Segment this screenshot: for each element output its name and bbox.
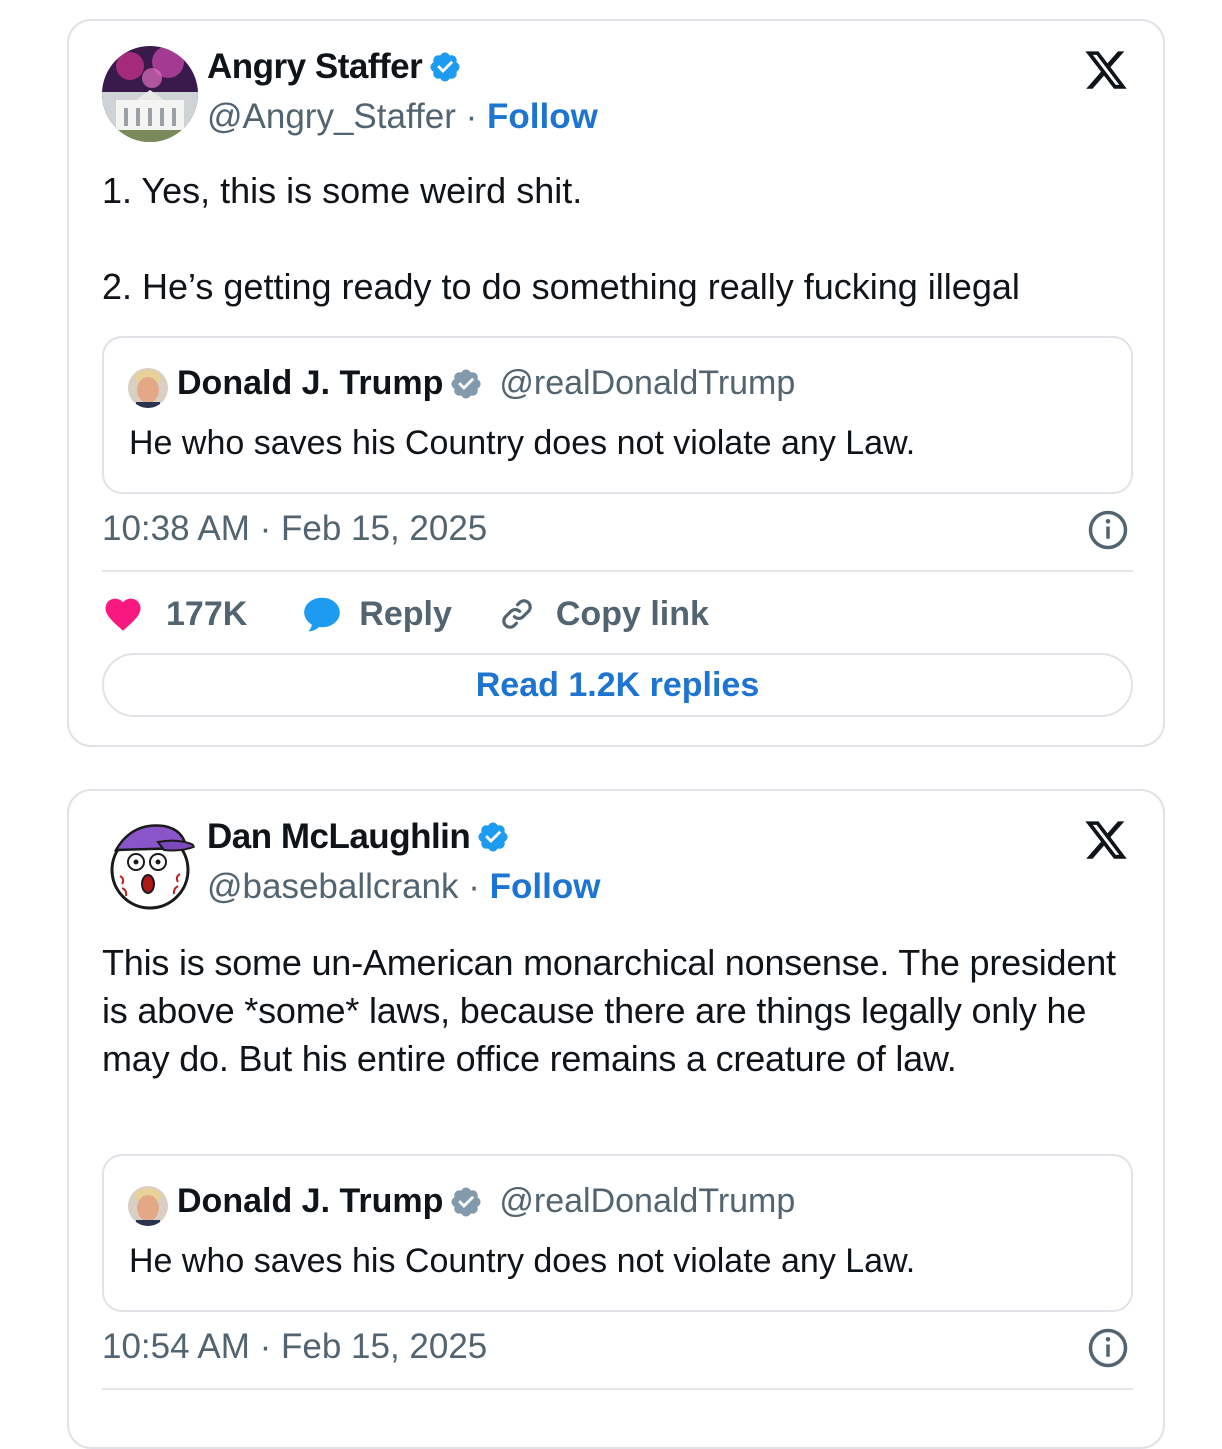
gray-verified-badge-icon xyxy=(451,368,481,399)
baseball-cartoon-avatar-icon xyxy=(102,816,198,912)
author-name-row[interactable]: Angry Staffer xyxy=(207,47,462,87)
author-handle-row: @Angry_Staffer · Follow xyxy=(207,97,598,137)
reply-button[interactable]: Reply xyxy=(299,591,452,637)
quote-header: Donald J. Trump @realDonaldTrump xyxy=(177,1182,795,1221)
avatar[interactable] xyxy=(102,46,198,142)
verified-badge-icon xyxy=(478,822,508,852)
info-icon[interactable] xyxy=(1087,509,1129,551)
tweet-card-angry-staffer: Angry Staffer @Angry_Staffer · Follow 1.… xyxy=(67,19,1165,747)
x-logo-icon[interactable] xyxy=(1083,47,1129,93)
author-name[interactable]: Angry Staffer xyxy=(207,47,423,87)
white-house-fireworks-avatar-icon xyxy=(102,46,198,142)
like-button[interactable]: 177K xyxy=(102,593,247,635)
avatar[interactable] xyxy=(102,816,198,912)
info-icon[interactable] xyxy=(1087,1327,1129,1369)
divider xyxy=(102,570,1133,572)
tweet-text-line-2: 2. He’s getting ready to do something re… xyxy=(102,266,1020,307)
quote-avatar xyxy=(128,1186,168,1226)
tweet-timestamp[interactable]: 10:54 AM · Feb 15, 2025 xyxy=(102,1327,487,1367)
tweet-card-dan-mclaughlin: Dan McLaughlin @baseballcrank · Follow T… xyxy=(67,789,1165,1449)
quoted-tweet[interactable]: Donald J. Trump @realDonaldTrump He who … xyxy=(102,336,1133,494)
follow-button[interactable]: Follow xyxy=(487,97,598,136)
link-icon xyxy=(502,599,532,629)
verified-badge-icon xyxy=(430,52,460,82)
author-name-row[interactable]: Dan McLaughlin xyxy=(207,817,510,857)
separator-dot: · xyxy=(468,867,480,906)
trump-portrait-avatar-icon xyxy=(128,1186,168,1226)
author-name[interactable]: Dan McLaughlin xyxy=(207,817,471,857)
quote-author-handle: @realDonaldTrump xyxy=(499,364,796,402)
quote-avatar xyxy=(128,368,168,408)
author-handle-row: @baseballcrank · Follow xyxy=(207,867,600,907)
action-bar: 177K Reply Copy link xyxy=(102,589,709,639)
copy-link-label: Copy link xyxy=(555,594,709,633)
trump-portrait-avatar-icon xyxy=(128,368,168,408)
tweet-text-line-1: 1. Yes, this is some weird shit. xyxy=(102,170,583,211)
tweet-text: This is some un-American monarchical non… xyxy=(102,942,1116,1079)
quote-author-name: Donald J. Trump xyxy=(177,1182,444,1220)
reply-label: Reply xyxy=(359,594,452,633)
follow-button[interactable]: Follow xyxy=(490,867,601,906)
reply-bubble-icon xyxy=(304,597,341,632)
quoted-tweet[interactable]: Donald J. Trump @realDonaldTrump He who … xyxy=(102,1154,1133,1312)
heart-icon xyxy=(105,598,141,631)
quote-author-handle: @realDonaldTrump xyxy=(499,1182,796,1220)
like-count: 177K xyxy=(166,594,248,633)
tweet-timestamp[interactable]: 10:38 AM · Feb 15, 2025 xyxy=(102,509,487,549)
quote-header: Donald J. Trump @realDonaldTrump xyxy=(177,364,795,403)
author-handle[interactable]: @baseballcrank xyxy=(207,867,459,906)
separator-dot: · xyxy=(465,97,478,136)
read-replies-button[interactable]: Read 1.2K replies xyxy=(102,653,1133,717)
quote-author-name: Donald J. Trump xyxy=(177,364,444,402)
author-handle[interactable]: @Angry_Staffer xyxy=(207,97,456,136)
quote-text: He who saves his Country does not violat… xyxy=(129,424,916,462)
x-logo-icon[interactable] xyxy=(1083,817,1129,863)
divider xyxy=(102,1388,1133,1390)
quote-text: He who saves his Country does not violat… xyxy=(129,1242,916,1280)
gray-verified-badge-icon xyxy=(451,1186,481,1217)
copy-link-button[interactable]: Copy link xyxy=(496,593,709,635)
